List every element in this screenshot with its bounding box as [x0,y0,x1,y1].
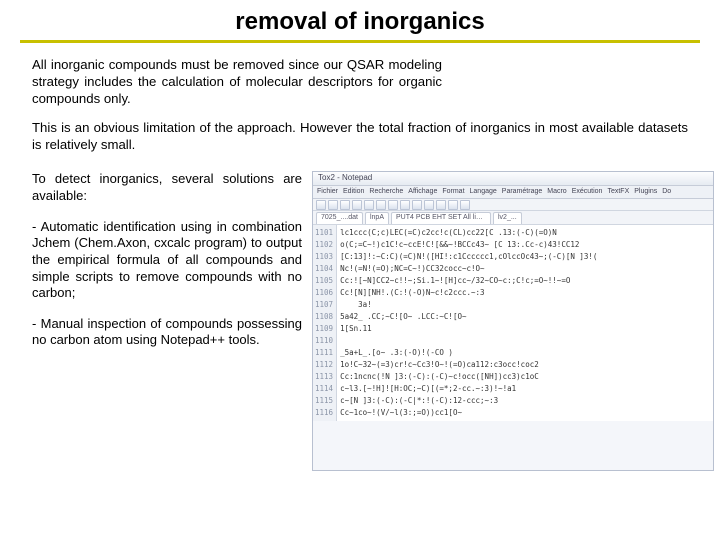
zoom-out-icon[interactable] [460,200,470,210]
save-icon[interactable] [340,200,350,210]
menu-item[interactable]: Affichage [408,188,437,195]
paragraph-1: All inorganic compounds must be removed … [32,57,442,108]
copy-icon[interactable] [388,200,398,210]
tab-bar[interactable]: 7025_....datlnpAPUT4 PCB EHT SET All lin… [313,211,713,225]
undo-icon[interactable] [412,200,422,210]
menu-bar[interactable]: Fichier Edition Recherche Affichage Format La… [313,186,713,199]
menu-item[interactable]: Langage [470,188,497,195]
paragraph-2: This is an obvious limitation of the app… [32,120,688,154]
menu-item[interactable]: Edition [343,188,364,195]
solutions-intro: To detect inorganics, several solutions … [32,171,302,204]
menu-item[interactable]: Do [662,188,671,195]
open-file-icon[interactable] [328,200,338,210]
menu-item[interactable]: Exécution [572,188,603,195]
new-file-icon[interactable] [316,200,326,210]
window-title: Tox2 - Notepad [313,172,713,186]
menu-item[interactable]: Format [442,188,464,195]
menu-item[interactable]: Macro [547,188,566,195]
editor-tab[interactable]: lnpA [365,212,389,224]
find-icon[interactable] [436,200,446,210]
editor-tab[interactable]: 7025_....dat [316,212,363,224]
paste-icon[interactable] [400,200,410,210]
menu-item[interactable]: TextFX [607,188,629,195]
line-gutter: 1101 1102 1103 1104 1105 1106 1107 1108 … [313,225,337,421]
editor-tab[interactable]: PUT4 PCB EHT SET All lin.SDF [391,212,491,224]
notepad-window: Tox2 - Notepad Fichier Edition Recherche Af… [312,171,714,471]
menu-item[interactable]: Recherche [369,188,403,195]
cut-icon[interactable] [376,200,386,210]
menu-item[interactable]: Plugins [634,188,657,195]
zoom-in-icon[interactable] [448,200,458,210]
editor-tab[interactable]: lv2_... [493,212,522,224]
solutions-column: To detect inorganics, several solutions … [32,171,302,471]
page-title: removal of inorganics [20,8,700,36]
toolbar[interactable] [313,199,713,211]
menu-item[interactable]: Paramétrage [502,188,542,195]
bullet-manual: - Manual inspection of compounds possess… [32,316,302,349]
menu-item[interactable]: Fichier [317,188,338,195]
code-area[interactable]: lc1ccc(C;c)LEC(=C)c2cc!c(CL)cc22[C .13:(… [337,225,600,421]
bullet-automatic: - Automatic identification using in comb… [32,219,302,302]
save-all-icon[interactable] [352,200,362,210]
print-icon[interactable] [364,200,374,210]
redo-icon[interactable] [424,200,434,210]
